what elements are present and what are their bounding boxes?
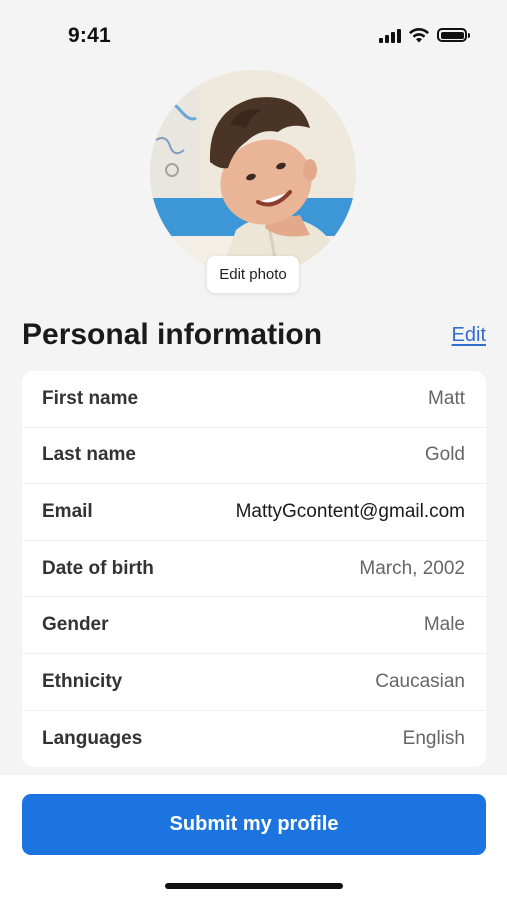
section-header: Personal information Edit bbox=[22, 316, 486, 360]
bottom-action-bar: Submit my profile bbox=[0, 775, 507, 900]
row-value: English bbox=[402, 727, 465, 749]
status-icons bbox=[379, 27, 470, 43]
row-value: MattyGcontent@gmail.com bbox=[235, 500, 465, 522]
row-label: Email bbox=[42, 500, 93, 522]
info-row-date-of-birth: Date of birth March, 2002 bbox=[22, 541, 486, 598]
wifi-icon bbox=[409, 27, 429, 43]
info-row-ethnicity: Ethnicity Caucasian bbox=[22, 654, 486, 711]
info-row-email: Email MattyGcontent@gmail.com bbox=[22, 484, 486, 541]
row-label: Gender bbox=[42, 614, 109, 636]
info-row-last-name: Last name Gold bbox=[22, 428, 486, 485]
info-row-gender: Gender Male bbox=[22, 597, 486, 654]
row-label: Languages bbox=[42, 727, 143, 749]
info-row-first-name: First name Matt bbox=[22, 371, 486, 428]
row-value: Matt bbox=[428, 387, 465, 409]
submit-profile-button[interactable]: Submit my profile bbox=[22, 794, 486, 855]
status-bar: 9:41 bbox=[0, 0, 507, 72]
cellular-signal-icon bbox=[379, 27, 401, 43]
row-label: Date of birth bbox=[42, 557, 154, 579]
edit-photo-button[interactable]: Edit photo bbox=[207, 256, 299, 293]
avatar bbox=[150, 70, 356, 276]
row-value: Caucasian bbox=[375, 670, 465, 692]
row-value: Gold bbox=[424, 444, 465, 466]
row-value: March, 2002 bbox=[359, 557, 465, 579]
row-label: Last name bbox=[42, 444, 136, 466]
row-label: Ethnicity bbox=[42, 670, 123, 692]
edit-link[interactable]: Edit bbox=[452, 324, 486, 347]
status-time: 9:41 bbox=[68, 24, 111, 47]
profile-photo-area: Edit photo bbox=[150, 70, 356, 293]
info-row-languages: Languages English bbox=[22, 711, 486, 768]
personal-info-card: First name Matt Last name Gold Email Mat… bbox=[22, 371, 486, 768]
battery-icon bbox=[437, 28, 470, 42]
row-value: Male bbox=[423, 614, 465, 636]
row-label: First name bbox=[42, 387, 139, 409]
page-title: Personal information bbox=[22, 318, 323, 351]
home-indicator[interactable] bbox=[165, 883, 343, 889]
